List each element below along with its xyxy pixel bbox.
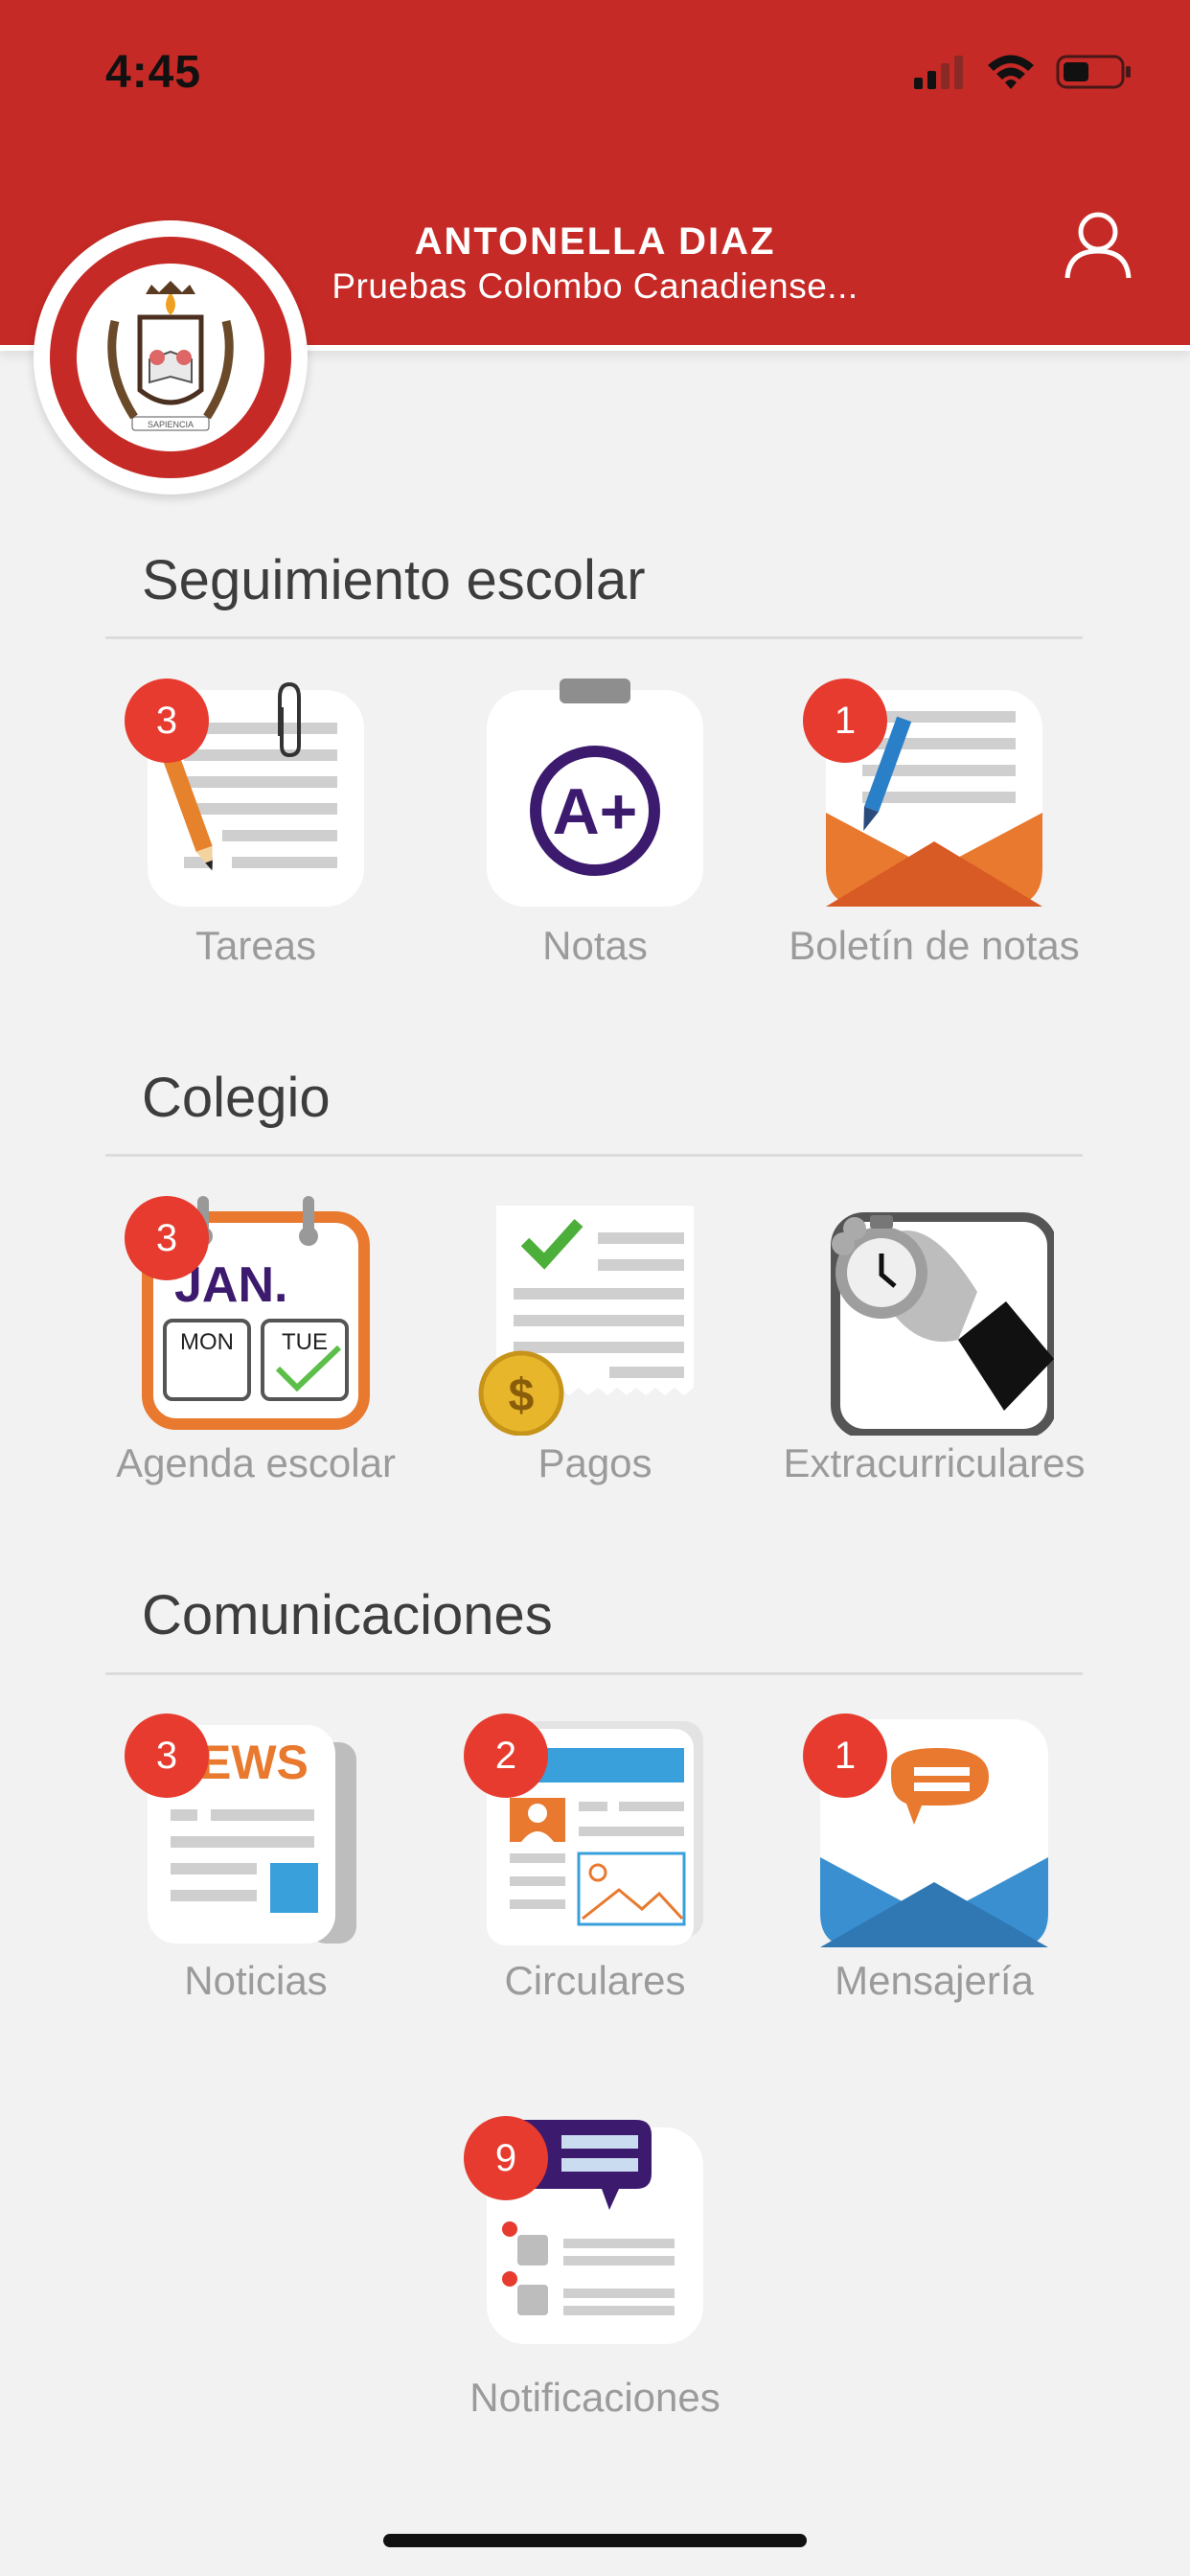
tile-label: Notificaciones: [469, 2375, 721, 2420]
payments-icon: $: [478, 1206, 694, 1436]
tile-noticias[interactable]: EWS Noticias 3: [86, 1714, 425, 2003]
tile-label: Boletín de notas: [789, 923, 1080, 968]
notification-badge: 9: [464, 2116, 548, 2200]
divider: [105, 1672, 1083, 1675]
notification-badge: 2: [464, 1714, 548, 1798]
calendar-day-text: MON: [180, 1329, 234, 1355]
cellular-signal-icon: [914, 56, 963, 89]
tile-label: Extracurriculares: [783, 1440, 1086, 1485]
home-indicator[interactable]: [383, 2534, 807, 2547]
notification-badge: 1: [803, 1714, 887, 1798]
grades-icon: A+: [487, 678, 703, 907]
calendar-day-text: TUE: [282, 1329, 328, 1355]
status-bar-icons: [912, 53, 1133, 91]
stopwatch-icon: [831, 1212, 1054, 1436]
tile-label: Mensajería: [835, 1958, 1034, 2003]
grade-text: A+: [553, 775, 638, 848]
divider: [105, 1154, 1083, 1157]
logo-text: SAPIENCIA: [148, 420, 194, 429]
tile-notas[interactable]: A+ Notas: [425, 678, 765, 968]
notification-badge: 1: [803, 678, 887, 763]
battery-icon: [1056, 55, 1131, 89]
notification-badge: 3: [125, 1714, 209, 1798]
tile-notificaciones[interactable]: Notificaciones 9: [425, 2116, 765, 2420]
section-title-colegio: Colegio: [142, 1067, 331, 1129]
section-title-comunicaciones: Comunicaciones: [142, 1584, 553, 1646]
tile-pagos[interactable]: $ Pagos: [425, 1196, 765, 1485]
coin-text: $: [509, 1370, 535, 1421]
tile-mensajeria[interactable]: Mensajería 1: [765, 1714, 1104, 2003]
tile-tareas[interactable]: Tareas 3: [86, 678, 425, 968]
school-crest-icon: SAPIENCIA: [107, 281, 234, 431]
profile-icon[interactable]: [1062, 209, 1134, 282]
tile-circulares[interactable]: Circulares 2: [425, 1714, 765, 2003]
tile-agenda-escolar[interactable]: JAN. MON TUE Agenda escolar 3: [86, 1196, 425, 1485]
tile-extracurriculares[interactable]: Extracurriculares: [765, 1196, 1104, 1485]
school-logo: SAPIENCIA: [34, 220, 308, 494]
divider: [105, 636, 1083, 639]
notification-badge: 3: [125, 678, 209, 763]
section-title-seguimiento: Seguimiento escolar: [142, 549, 646, 611]
status-time: 4:45: [105, 47, 202, 98]
tile-boletin[interactable]: Boletín de notas 1: [765, 678, 1104, 968]
news-text: EWS: [199, 1736, 309, 1789]
wifi-icon: [988, 55, 1034, 89]
notification-badge: 3: [125, 1196, 209, 1280]
